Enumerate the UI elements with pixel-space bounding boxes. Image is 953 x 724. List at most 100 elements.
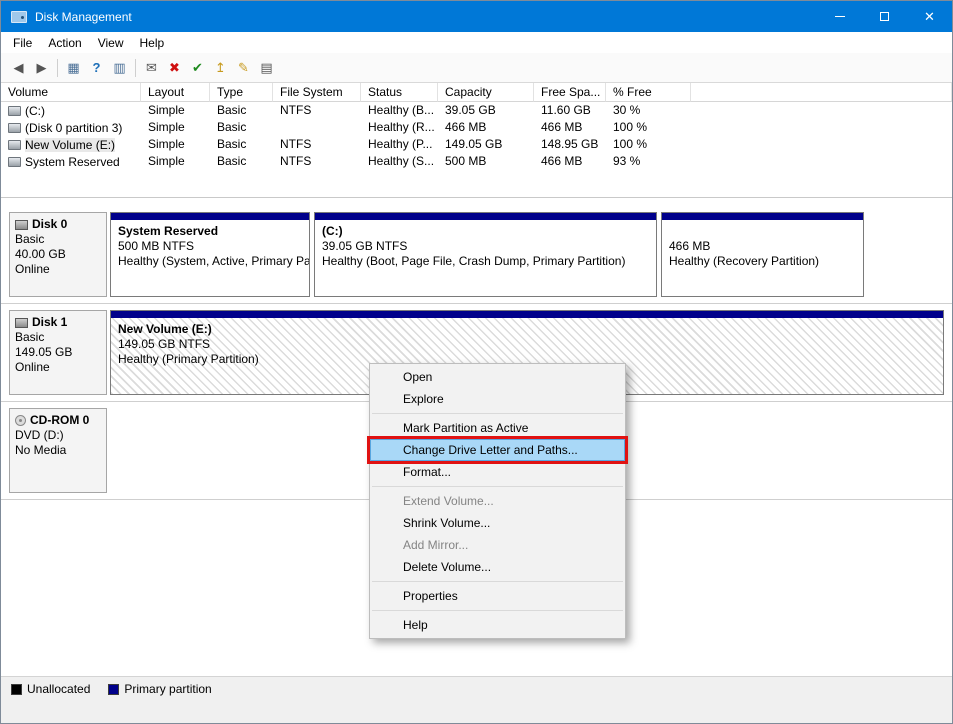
up-arrow-folder-icon[interactable]: ↥ bbox=[209, 57, 232, 79]
volume-capacity: 500 MB bbox=[438, 153, 534, 170]
disk1-header[interactable]: Disk 1 Basic 149.05 GB Online bbox=[9, 310, 107, 395]
volume-name: System Reserved bbox=[25, 155, 120, 169]
volume-status: Healthy (P... bbox=[361, 136, 438, 153]
primary-partition-color-bar bbox=[662, 213, 863, 220]
menu-item-change-drive-letter-and-paths[interactable]: Change Drive Letter and Paths... bbox=[370, 439, 625, 461]
volume-row-disk0-partition3[interactable]: (Disk 0 partition 3) Simple Basic Health… bbox=[1, 119, 952, 136]
help-icon[interactable]: ? bbox=[85, 57, 108, 79]
column-header-status[interactable]: Status bbox=[361, 83, 438, 102]
column-header-file-system[interactable]: File System bbox=[273, 83, 361, 102]
minimize-button[interactable] bbox=[817, 1, 862, 32]
volume-row-system-reserved[interactable]: System Reserved Simple Basic NTFS Health… bbox=[1, 153, 952, 170]
hard-disk-icon bbox=[15, 220, 28, 230]
column-header-pct-free[interactable]: % Free bbox=[606, 83, 691, 102]
legend-primary-partition: Primary partition bbox=[108, 682, 211, 696]
hard-disk-icon bbox=[15, 318, 28, 328]
unallocated-swatch-icon bbox=[11, 684, 22, 695]
back-arrow-icon[interactable]: ◀ bbox=[7, 57, 30, 79]
menu-item-explore[interactable]: Explore bbox=[370, 388, 625, 410]
menubar: File Action View Help bbox=[1, 32, 952, 53]
menu-item-help[interactable]: Help bbox=[370, 614, 625, 636]
volume-list-pane: Volume Layout Type File System Status Ca… bbox=[1, 83, 952, 198]
column-header-capacity[interactable]: Capacity bbox=[438, 83, 534, 102]
disk-management-window: Disk Management ✕ File Action View Help … bbox=[0, 0, 953, 724]
menu-item-shrink-volume[interactable]: Shrink Volume... bbox=[370, 512, 625, 534]
menu-item-add-mirror[interactable]: Add Mirror... bbox=[370, 534, 625, 556]
forward-arrow-icon[interactable]: ▶ bbox=[30, 57, 53, 79]
volume-status: Healthy (B... bbox=[361, 102, 438, 119]
menu-item-extend-volume[interactable]: Extend Volume... bbox=[370, 490, 625, 512]
delete-volume-icon[interactable]: ✖ bbox=[163, 57, 186, 79]
volume-icon bbox=[8, 123, 21, 133]
clipboard-list-icon[interactable]: ▤ bbox=[255, 57, 278, 79]
menu-separator bbox=[372, 610, 623, 611]
menu-file[interactable]: File bbox=[5, 33, 40, 53]
partition-recovery[interactable]: 466 MB Healthy (Recovery Partition) bbox=[661, 212, 864, 297]
menu-help[interactable]: Help bbox=[132, 33, 173, 53]
menu-action[interactable]: Action bbox=[40, 33, 89, 53]
partition-size: 500 MB NTFS bbox=[118, 239, 302, 254]
volume-file-system: NTFS bbox=[273, 102, 361, 119]
disk0-partitions: System Reserved 500 MB NTFS Healthy (Sys… bbox=[110, 212, 944, 297]
volume-capacity: 39.05 GB bbox=[438, 102, 534, 119]
cdrom0-header[interactable]: CD-ROM 0 DVD (D:) No Media bbox=[9, 408, 107, 493]
volume-free-space: 148.95 GB bbox=[534, 136, 606, 153]
disk-name: Disk 1 bbox=[32, 315, 67, 330]
toolbar-separator bbox=[57, 59, 58, 77]
menu-separator bbox=[372, 581, 623, 582]
legend-unallocated: Unallocated bbox=[11, 682, 90, 696]
volume-capacity: 149.05 GB bbox=[438, 136, 534, 153]
menu-item-delete-volume[interactable]: Delete Volume... bbox=[370, 556, 625, 578]
volume-row-new-volume-e[interactable]: New Volume (E:) Simple Basic NTFS Health… bbox=[1, 136, 952, 153]
volume-layout: Simple bbox=[141, 102, 210, 119]
column-header-free-space[interactable]: Free Spa... bbox=[534, 83, 606, 102]
partition-system-reserved[interactable]: System Reserved 500 MB NTFS Healthy (Sys… bbox=[110, 212, 310, 297]
volume-pct-free: 30 % bbox=[606, 102, 691, 119]
menu-view[interactable]: View bbox=[90, 33, 132, 53]
legend-label: Primary partition bbox=[124, 682, 211, 696]
titlebar: Disk Management ✕ bbox=[1, 1, 952, 32]
volume-layout: Simple bbox=[141, 119, 210, 136]
menu-item-mark-partition-active[interactable]: Mark Partition as Active bbox=[370, 417, 625, 439]
speech-bubble-icon[interactable]: ✉ bbox=[140, 57, 163, 79]
menu-separator bbox=[372, 413, 623, 414]
legend-bar: Unallocated Primary partition bbox=[1, 676, 952, 723]
volume-layout: Simple bbox=[141, 153, 210, 170]
volume-status: Healthy (S... bbox=[361, 153, 438, 170]
volume-status: Healthy (R... bbox=[361, 119, 438, 136]
menu-item-open[interactable]: Open bbox=[370, 366, 625, 388]
partition-title bbox=[669, 224, 856, 239]
disk-row-disk0: Disk 0 Basic 40.00 GB Online System Rese… bbox=[1, 206, 952, 304]
close-button[interactable]: ✕ bbox=[907, 1, 952, 32]
menu-item-properties[interactable]: Properties bbox=[370, 585, 625, 607]
column-header-layout[interactable]: Layout bbox=[141, 83, 210, 102]
maximize-button[interactable] bbox=[862, 1, 907, 32]
disk-type: Basic bbox=[15, 330, 101, 345]
window-controls: ✕ bbox=[817, 1, 952, 32]
column-header-volume[interactable]: Volume bbox=[1, 83, 141, 102]
volume-icon bbox=[8, 157, 21, 167]
volume-pct-free: 100 % bbox=[606, 136, 691, 153]
volume-layout: Simple bbox=[141, 136, 210, 153]
volume-file-system bbox=[273, 119, 361, 136]
column-header-type[interactable]: Type bbox=[210, 83, 273, 102]
disk-name: CD-ROM 0 bbox=[30, 413, 89, 428]
disk-status: Online bbox=[15, 262, 101, 277]
toolbar: ◀ ▶ ▦ ? ▥ ✉ ✖ ✔ ↥ ✎ ▤ bbox=[1, 53, 952, 83]
disk0-header[interactable]: Disk 0 Basic 40.00 GB Online bbox=[9, 212, 107, 297]
check-mark-icon[interactable]: ✔ bbox=[186, 57, 209, 79]
volume-type: Basic bbox=[210, 136, 273, 153]
cd-rom-icon bbox=[15, 415, 26, 426]
properties-pane-icon[interactable]: ▥ bbox=[108, 57, 131, 79]
menu-item-format[interactable]: Format... bbox=[370, 461, 625, 483]
partition-title: New Volume (E:) bbox=[118, 322, 936, 337]
volume-free-space: 466 MB bbox=[534, 119, 606, 136]
volume-free-space: 11.60 GB bbox=[534, 102, 606, 119]
disk-status: Online bbox=[15, 360, 101, 375]
partition-title: (C:) bbox=[322, 224, 649, 239]
partition-title: System Reserved bbox=[118, 224, 302, 239]
partition-c-drive[interactable]: (C:) 39.05 GB NTFS Healthy (Boot, Page F… bbox=[314, 212, 657, 297]
console-tree-icon[interactable]: ▦ bbox=[62, 57, 85, 79]
pencil-edit-icon[interactable]: ✎ bbox=[232, 57, 255, 79]
volume-row-c[interactable]: (C:) Simple Basic NTFS Healthy (B... 39.… bbox=[1, 102, 952, 119]
